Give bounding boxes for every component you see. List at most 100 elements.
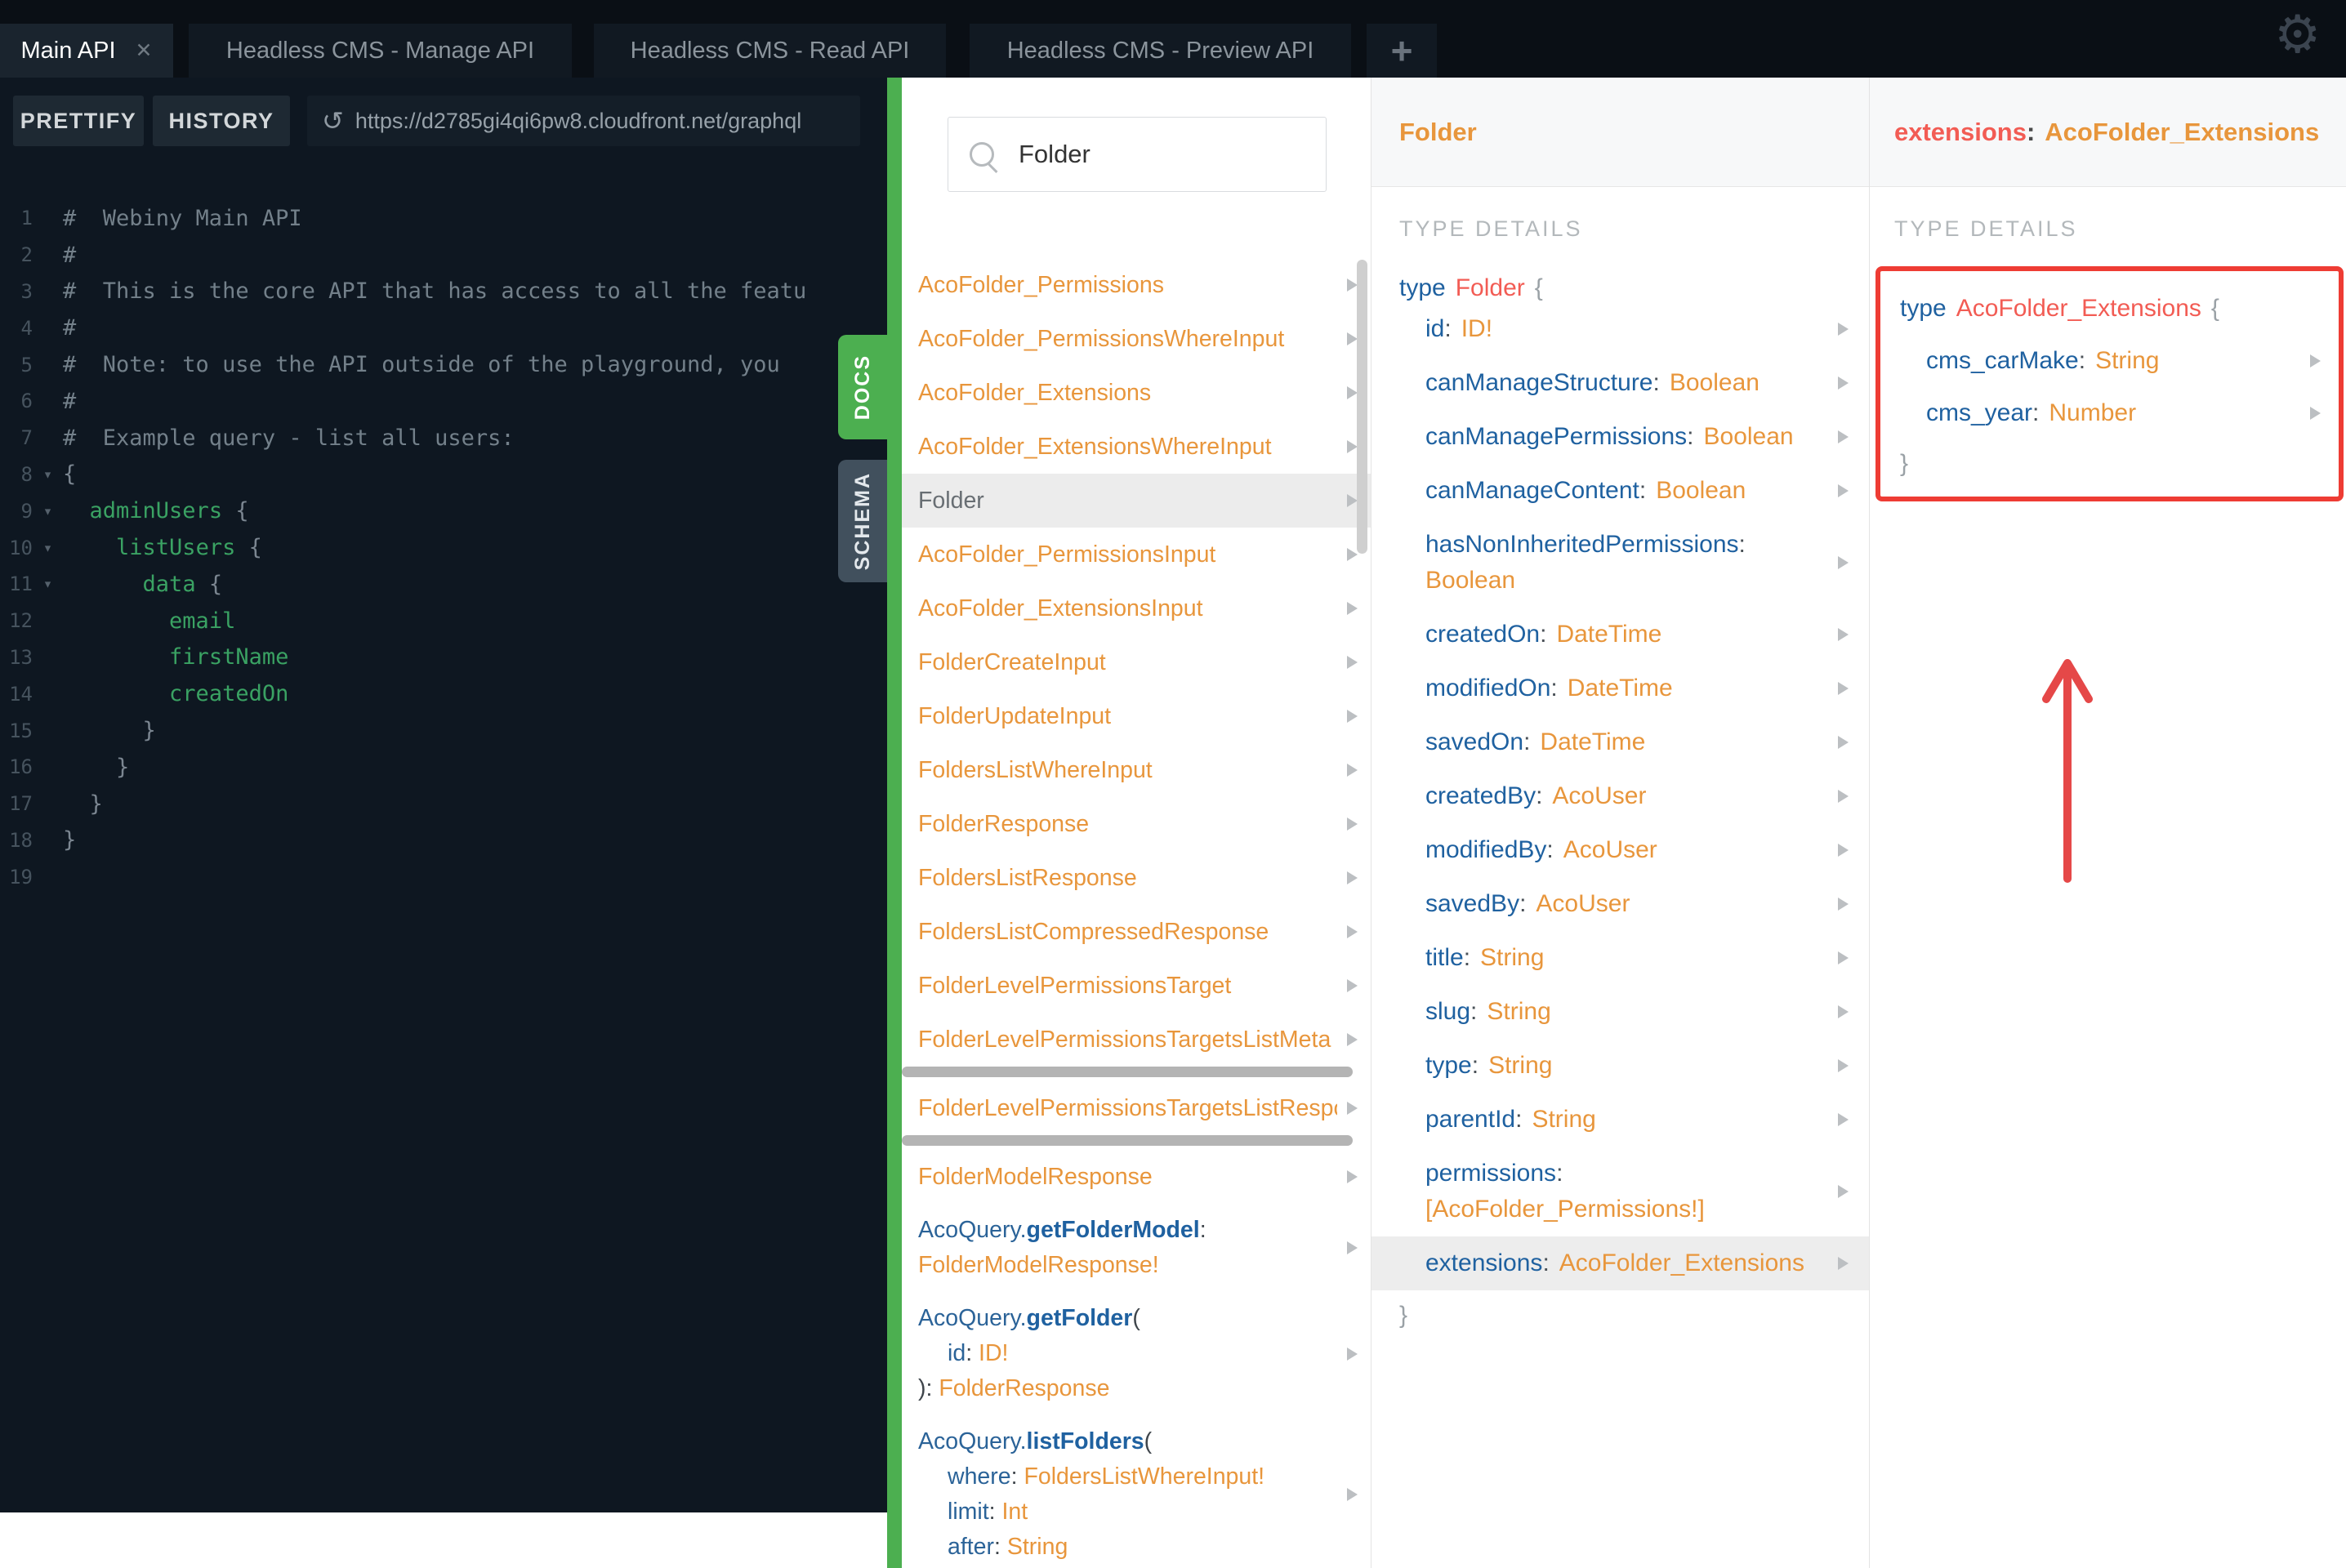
doc-list-item[interactable]: FoldersListWhereInput xyxy=(902,743,1371,797)
field-row[interactable]: modifiedBy: AcoUser xyxy=(1399,823,1870,877)
code-text: } xyxy=(63,754,130,780)
editor-line: 18} xyxy=(0,822,887,859)
line-number: 13 xyxy=(9,645,33,669)
tab-1[interactable]: Main API ✕ xyxy=(0,24,173,78)
tab-2[interactable]: Headless CMS - Manage API xyxy=(189,24,572,78)
line-number: 10 xyxy=(9,536,33,559)
doc-list-item[interactable]: AcoFolder_ExtensionsWhereInput xyxy=(902,420,1371,474)
doc-list-item[interactable]: FoldersListResponse xyxy=(902,851,1371,905)
field-row[interactable]: canManageStructure: Boolean xyxy=(1399,356,1870,410)
doc-list-item[interactable]: AcoQuery.getFolder(id: ID!): FolderRespo… xyxy=(902,1292,1371,1415)
field-signature: hasNonInheritedPermissions: Boolean xyxy=(1425,531,1746,594)
chevron-right-icon xyxy=(1347,925,1358,938)
chevron-right-icon xyxy=(1838,1185,1849,1198)
docs-tab[interactable]: DOCS xyxy=(838,335,887,439)
code-text: # Note: to use the API outside of the pl… xyxy=(63,352,780,378)
settings-gear-icon[interactable]: ⚙ xyxy=(2274,5,2321,65)
doc-list-item[interactable]: FoldersListCompressedResponse xyxy=(902,905,1371,959)
editor-line: 14 createdOn xyxy=(0,675,887,712)
field-row[interactable]: extensions: AcoFolder_Extensions xyxy=(1371,1236,1870,1290)
code-text: { xyxy=(63,461,77,488)
field-row[interactable]: hasNonInheritedPermissions: Boolean xyxy=(1399,518,1870,608)
docs-vertical-scrollbar[interactable] xyxy=(1357,260,1367,554)
doc-list-item[interactable]: FolderCreateInput xyxy=(902,635,1371,689)
prettify-button[interactable]: PRETTIFY xyxy=(13,96,144,146)
doc-item-name: FolderModelResponse xyxy=(918,1163,1153,1190)
chevron-right-icon xyxy=(1347,1170,1358,1183)
line-number: 18 xyxy=(9,828,33,852)
header-colon: : xyxy=(2026,117,2036,146)
field-signature: permissions: [AcoFolder_Permissions!] xyxy=(1425,1160,1705,1223)
search-box[interactable] xyxy=(948,117,1327,192)
history-button[interactable]: HISTORY xyxy=(153,96,290,146)
editor-line: 9 ▾ adminUsers { xyxy=(0,492,887,529)
code-text: firstName xyxy=(169,644,289,670)
chevron-right-icon xyxy=(1838,376,1849,390)
doc-list-item[interactable]: AcoFolder_Extensions xyxy=(902,366,1371,420)
search-input[interactable] xyxy=(1017,139,1290,170)
doc-list-item[interactable]: AcoFolder_ExtensionsInput xyxy=(902,581,1371,635)
editor-line: 16 } xyxy=(0,749,887,786)
field-row[interactable]: type: String xyxy=(1399,1039,1870,1093)
horizontal-scrollbar[interactable] xyxy=(902,1135,1353,1146)
field-row[interactable]: permissions: [AcoFolder_Permissions!] xyxy=(1399,1147,1870,1236)
field-row[interactable]: canManagePermissions: Boolean xyxy=(1399,410,1870,464)
field-row[interactable]: createdBy: AcoUser xyxy=(1399,769,1870,823)
doc-list-item[interactable]: FolderResponse xyxy=(902,797,1371,851)
field-row[interactable]: modifiedOn: DateTime xyxy=(1399,662,1870,715)
endpoint-url[interactable]: https://d2785gi4qi6pw8.cloudfront.net/gr… xyxy=(355,109,801,134)
line-number: 9 xyxy=(20,499,33,523)
field-row[interactable]: slug: String xyxy=(1399,985,1870,1039)
extensions-panel-header: extensions: AcoFolder_Extensions xyxy=(1870,78,2346,187)
doc-item-name: FolderResponse xyxy=(918,810,1090,837)
doc-list-item[interactable]: FolderLevelPermissionsTargetsListMeta xyxy=(902,1013,1371,1067)
annotation-arrow-up-icon xyxy=(2042,659,2093,883)
editor-line: 15 } xyxy=(0,712,887,749)
doc-item-name: Folder xyxy=(918,487,984,514)
editor-line: 5 # Note: to use the API outside of the p… xyxy=(0,346,887,383)
field-row[interactable]: id: ID! xyxy=(1399,302,1870,356)
doc-list-item[interactable]: FolderLevelPermissionsTarget xyxy=(902,959,1371,1013)
doc-list-item[interactable]: AcoFolder_Permissions xyxy=(902,258,1371,312)
doc-list-item[interactable]: FolderLevelPermissionsTargetsListRespo xyxy=(902,1081,1371,1135)
doc-list-item[interactable]: FolderUpdateInput xyxy=(902,689,1371,743)
doc-item-name: AcoFolder_Extensions xyxy=(918,379,1152,406)
tab-4[interactable]: Headless CMS - Preview API xyxy=(970,24,1351,78)
field-row[interactable]: canManageContent: Boolean xyxy=(1399,464,1870,518)
reload-icon[interactable]: ↺ xyxy=(322,105,344,136)
code-editor[interactable]: 1 # Webiny Main API 2 #3 # This is the core … xyxy=(0,200,887,1457)
field-row[interactable]: parentId: String xyxy=(1399,1093,1870,1147)
tab-3[interactable]: Headless CMS - Read API xyxy=(594,24,946,78)
field-row[interactable]: cms_year: Number xyxy=(1900,387,2339,439)
pane-divider[interactable] xyxy=(887,78,902,1568)
endpoint-bar[interactable]: ↺ https://d2785gi4qi6pw8.cloudfront.net/… xyxy=(307,96,860,146)
fold-arrow-icon: ▾ xyxy=(42,501,53,520)
doc-list-item[interactable]: AcoFolder_PermissionsInput xyxy=(902,528,1371,581)
field-row[interactable]: savedOn: DateTime xyxy=(1399,715,1870,769)
doc-list-item[interactable]: Folder xyxy=(902,474,1371,528)
chevron-right-icon xyxy=(1838,556,1849,569)
doc-list-item[interactable]: AcoQuery.listFolders(where: FoldersListW… xyxy=(902,1415,1371,1568)
doc-item-signature: AcoQuery.listFolders(where: FoldersListW… xyxy=(918,1428,1265,1560)
close-tab-icon[interactable]: ✕ xyxy=(136,38,153,63)
open-brace: { xyxy=(2210,295,2219,322)
schema-tab-label: SCHEMA xyxy=(850,471,874,571)
code-text: createdOn xyxy=(169,681,289,707)
field-row[interactable]: createdOn: DateTime xyxy=(1399,608,1870,662)
field-row[interactable]: title: String xyxy=(1399,931,1870,985)
doc-list-item[interactable]: AcoFolder_PermissionsWhereInput xyxy=(902,312,1371,366)
field-row[interactable]: savedBy: AcoUser xyxy=(1399,877,1870,931)
graphql-playground: Main API ✕ Headless CMS - Manage API Headle… xyxy=(0,0,2346,1568)
type-declaration: type AcoFolder_Extensions { xyxy=(1900,283,2339,335)
new-tab-button[interactable]: + xyxy=(1367,24,1437,78)
type-declaration: type Folder { xyxy=(1399,274,1870,302)
doc-list-item[interactable]: FolderModelResponse xyxy=(902,1150,1371,1204)
schema-tab[interactable]: SCHEMA xyxy=(838,460,887,582)
doc-list-item[interactable]: AcoQuery.getFolderModel: FolderModelRespo… xyxy=(902,1204,1371,1292)
field-row[interactable]: cms_carMake: String xyxy=(1900,335,2339,387)
editor-line: 4 # xyxy=(0,310,887,346)
tab-bar: Main API ✕ Headless CMS - Manage API Headle… xyxy=(0,0,2346,78)
open-brace: { xyxy=(1534,274,1543,301)
fold-arrow-icon: ▾ xyxy=(42,538,53,557)
horizontal-scrollbar[interactable] xyxy=(902,1067,1353,1077)
